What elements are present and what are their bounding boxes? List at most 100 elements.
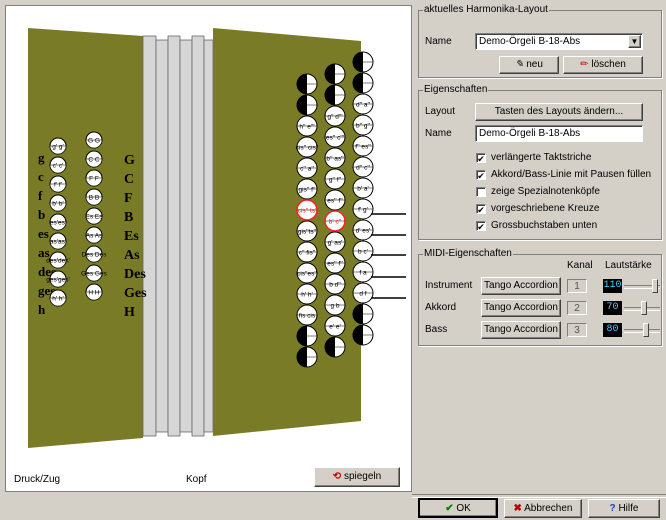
- eigenschaften-group: Eigenschaften Layout Tasten des Layouts …: [418, 84, 662, 240]
- treble-button-label-2-6: b' a': [357, 186, 369, 193]
- slider-thumb[interactable]: [643, 323, 649, 337]
- bass-button-label-0-1: c' c': [53, 163, 64, 170]
- midi-volume-display-2: 80: [603, 323, 622, 337]
- midi-volume-display-0: 110: [603, 279, 622, 293]
- option-label-2: zeige Spezialnotenköpfe: [491, 186, 600, 197]
- layout-name-label: Name: [425, 36, 452, 47]
- bellows-fold-0: [142, 35, 157, 437]
- bass-button-label-1-6: Des Des: [82, 252, 108, 259]
- abbrechen-button[interactable]: ✖ Abbrechen: [504, 499, 582, 518]
- midi-row-label-0: Instrument: [425, 280, 473, 291]
- treble-button-label-0-2: h'' e''': [299, 124, 314, 131]
- bass-button-label-1-8: H H: [88, 290, 100, 297]
- hilfe-button[interactable]: ? Hilfe: [588, 499, 660, 518]
- midi-row-label-1: Akkord: [425, 302, 457, 313]
- spiegeln-button[interactable]: ⟲ spiegeln: [314, 467, 400, 487]
- slider-thumb[interactable]: [652, 279, 658, 293]
- treble-button-label-2-8: d' es': [356, 228, 371, 235]
- bass-big-letter-5: As: [124, 248, 140, 263]
- treble-button-label-2-10: f a: [359, 270, 367, 277]
- bellows-fold-3: [179, 39, 193, 433]
- status-druck-zug: Druck/Zug: [14, 474, 61, 485]
- layout-label: Layout: [425, 106, 456, 117]
- checkmark-icon: ✔: [445, 503, 454, 514]
- midi-kanal-1[interactable]: 2: [567, 301, 587, 315]
- midi-kanal-0[interactable]: 1: [567, 279, 587, 293]
- bass-button-label-0-3: b' b': [52, 201, 64, 208]
- treble-button-label-0-7: gis''ts'': [298, 229, 316, 236]
- bass-big-letter-8: H: [124, 305, 135, 320]
- treble-button-label-1-4: b'' as'': [326, 156, 343, 163]
- eigenschaften-title: Eigenschaften: [423, 84, 489, 96]
- bass-big-letter-0: G: [124, 153, 135, 168]
- bass-button-label-1-5: As As: [86, 233, 103, 240]
- lautstaerke-header: Lautstärke: [605, 260, 652, 271]
- status-kopf: Kopf: [186, 474, 207, 485]
- bass-small-letter-2: f: [38, 188, 43, 203]
- slider-track: [624, 329, 660, 333]
- midi-instrument-button-0[interactable]: Tango Accordion: [481, 277, 561, 295]
- abbrechen-label: Abbrechen: [524, 503, 573, 514]
- kanal-header: Kanal: [567, 260, 593, 271]
- treble-button-label-0-3: cis'' cis'': [296, 145, 319, 152]
- bass-big-letter-4: Es: [124, 229, 139, 244]
- slider-thumb[interactable]: [641, 301, 647, 315]
- option-checkbox-3[interactable]: ✔: [476, 204, 486, 215]
- volume-slider-2[interactable]: [624, 323, 660, 337]
- option-checkbox-1[interactable]: ✔: [476, 170, 486, 181]
- help-icon: ?: [609, 503, 616, 514]
- neu-button[interactable]: ✎ neu: [499, 56, 559, 74]
- treble-button-label-2-3: b'' g'': [356, 123, 370, 130]
- midi-instrument-button-2[interactable]: Tango Accordion: [481, 321, 561, 339]
- loeschen-button[interactable]: ✏ löschen: [563, 56, 643, 74]
- bass-button-label-0-7: ges'ges': [46, 277, 69, 284]
- bass-button-label-0-2: f' f': [54, 182, 62, 189]
- midi-volume-display-1: 70: [603, 301, 622, 315]
- treble-button-label-1-8: g' as': [328, 240, 343, 247]
- bass-button-label-1-3: B B: [89, 195, 99, 202]
- bass-button-label-1-7: Ges Ges: [81, 271, 107, 278]
- eigen-name-input[interactable]: Demo-Örgeli B-18-Abs: [475, 125, 643, 142]
- accordion-drawing[interactable]: g Gg' g' G G c Cc' c' C C f Ff' f' F F b Bb' b' B B…: [6, 6, 411, 491]
- neu-label: neu: [526, 59, 543, 70]
- layout-name-select[interactable]: Demo-Örgeli B-18-Abs ▼: [475, 33, 643, 50]
- bass-button-label-1-2: F F: [89, 176, 99, 183]
- bass-small-letter-0: g: [38, 150, 45, 165]
- treble-button-label-2-7: f' g': [358, 207, 368, 214]
- option-checkbox-2[interactable]: [476, 187, 486, 197]
- mirror-icon: ⟲: [332, 471, 342, 482]
- midi-title: MIDI-Eigenschaften: [423, 248, 513, 260]
- bass-button-label-1-4: Es Es: [86, 214, 104, 221]
- bass-big-letter-2: F: [124, 191, 133, 206]
- treble-button-label-0-8: c'' fis'': [299, 250, 316, 257]
- bass-big-letter-1: C: [124, 172, 134, 187]
- bass-button-label-0-5: as'as': [50, 239, 66, 246]
- accordion-canvas[interactable]: g Gg' g' G G c Cc' c' C C f Ff' f' F F b Bb' b' B B…: [5, 5, 412, 492]
- volume-slider-1[interactable]: [624, 301, 660, 315]
- ok-label: OK: [456, 503, 471, 514]
- treble-button-label-0-11: fis cis: [299, 313, 316, 320]
- option-label-1: Akkord/Bass-Linie mit Pausen füllen: [491, 169, 652, 180]
- option-label-4: Grossbuchstaben unten: [491, 220, 598, 231]
- option-checkbox-0[interactable]: ✔: [476, 153, 486, 164]
- treble-button-label-1-5: g'' f'': [329, 177, 341, 184]
- treble-button-label-2-9: b c': [358, 249, 368, 256]
- ok-button[interactable]: ✔ OK: [418, 498, 498, 518]
- chevron-down-icon[interactable]: ▼: [628, 35, 641, 48]
- bass-button-label-0-8: h' h': [52, 296, 64, 303]
- treble-button-label-0-4: c'' a'': [300, 166, 314, 173]
- midi-instrument-button-1[interactable]: Tango Accordion: [481, 299, 561, 317]
- midi-kanal-2[interactable]: 3: [567, 323, 587, 337]
- volume-slider-0[interactable]: [624, 279, 660, 293]
- bellows-fold-1: [155, 39, 169, 433]
- treble-button-label-0-10: h' h': [301, 292, 313, 299]
- harmonika-layout-title: aktuelles Harmonika-Layout: [423, 4, 549, 16]
- bass-button-label-0-0: g' g': [52, 144, 64, 151]
- cancel-x-icon: ✖: [513, 503, 522, 514]
- tasten-aendern-button[interactable]: Tasten des Layouts ändern...: [475, 103, 643, 121]
- option-checkbox-4[interactable]: ✔: [476, 221, 486, 232]
- midi-row-label-2: Bass: [425, 324, 448, 335]
- bass-button-label-1-0: G G: [88, 138, 100, 145]
- treble-button-label-0-6: cis'' ts': [298, 208, 317, 215]
- treble-button-label-1-7: b' c'': [329, 219, 341, 226]
